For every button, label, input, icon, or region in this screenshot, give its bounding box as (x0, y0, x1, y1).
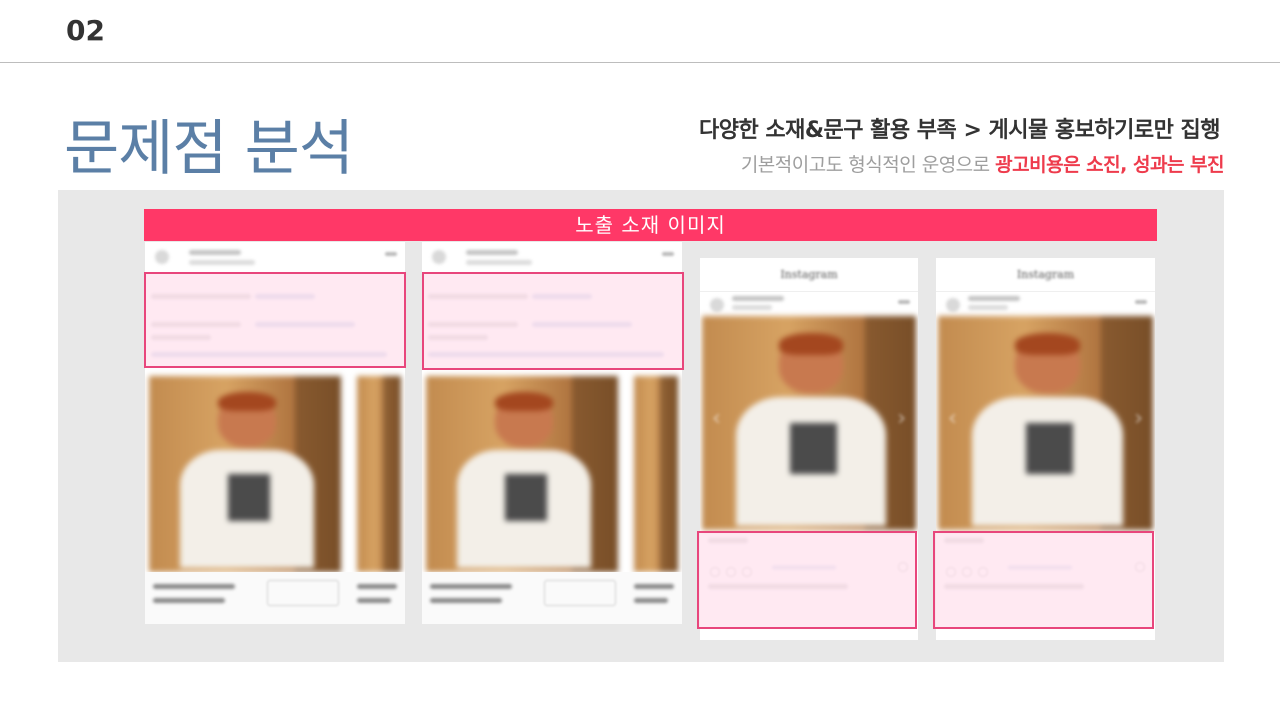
feed-header (145, 242, 405, 270)
chevron-right-icon: › (1134, 406, 1143, 431)
blurred-text (153, 584, 235, 589)
copy-highlight-box-1 (144, 272, 406, 368)
ad-photo (426, 376, 618, 572)
subline-text: 기본적이고도 형식적인 운영으로 광고비용은 소진, 성과는 부진 (740, 150, 1225, 177)
blurred-text (968, 305, 1008, 310)
instagram-logo: Instagram (780, 268, 838, 281)
ad-photo (702, 316, 916, 530)
card-caption (422, 572, 682, 624)
page-title: 문제점 분석 (64, 114, 354, 184)
ad-photo (634, 376, 678, 572)
subline-prefix: 기본적이고도 형식적인 운영으로 (740, 154, 996, 176)
more-icon (898, 300, 910, 304)
copy-highlight-box-3 (697, 531, 917, 629)
copy-highlight-box-4 (933, 531, 1154, 629)
blurred-text (466, 260, 532, 265)
more-icon (1135, 300, 1147, 304)
blurred-text (968, 296, 1020, 301)
ad-photo (357, 376, 401, 572)
chevron-left-icon: ‹ (712, 406, 721, 431)
blurred-text (634, 598, 668, 603)
blurred-text (153, 598, 225, 603)
header-divider (0, 62, 1280, 63)
more-icon (662, 252, 674, 256)
instagram-logo: Instagram (1016, 268, 1075, 281)
copy-highlight-box-2 (422, 272, 684, 370)
exposure-banner: 노출 소재 이미지 (144, 209, 1157, 241)
subline-highlight: 광고비용은 소진, 성과는 부진 (995, 154, 1224, 176)
chevron-right-icon: › (897, 406, 906, 431)
blurred-text (430, 598, 502, 603)
blurred-text (732, 305, 772, 310)
avatar (432, 250, 446, 264)
instagram-topbar: Instagram (936, 258, 1155, 292)
more-button (267, 580, 339, 606)
more-button (544, 580, 616, 606)
avatar (946, 298, 960, 312)
ad-photo (149, 376, 341, 572)
card-caption (145, 572, 405, 624)
blurred-text (189, 250, 241, 255)
more-icon (385, 252, 397, 256)
blurred-text (732, 296, 784, 301)
blurred-text (357, 598, 391, 603)
ad-photo (938, 316, 1153, 530)
avatar (155, 250, 169, 264)
blurred-text (634, 584, 674, 589)
instagram-topbar: Instagram (700, 258, 918, 292)
avatar (710, 298, 724, 312)
headline-text: 다양한 소재&문구 활용 부족 > 게시물 홍보하기로만 집행 (698, 118, 1221, 143)
slide-number: 02 (66, 14, 105, 47)
feed-header (422, 242, 682, 270)
blurred-text (430, 584, 512, 589)
blurred-text (357, 584, 397, 589)
blurred-text (189, 260, 255, 265)
blurred-text (466, 250, 518, 255)
chevron-left-icon: ‹ (948, 406, 957, 431)
